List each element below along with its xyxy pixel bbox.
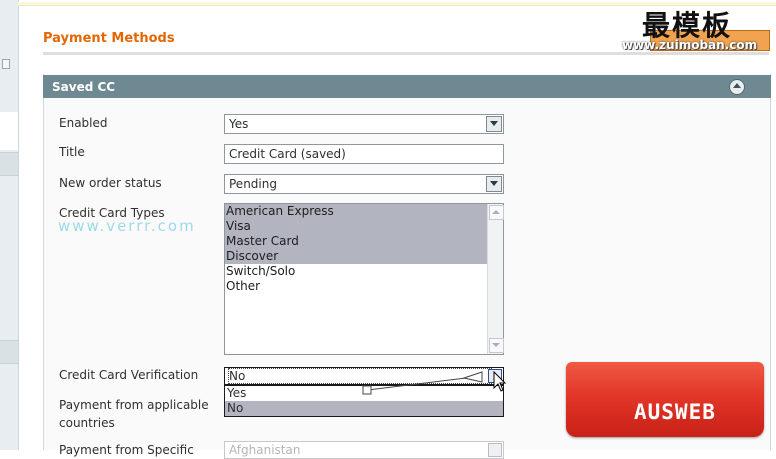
- enabled-value: Yes: [229, 117, 249, 131]
- cc-types-label: Credit Card Types: [59, 206, 165, 220]
- title-value: Credit Card (saved): [229, 147, 346, 161]
- cc-type-option[interactable]: Other: [225, 279, 488, 294]
- sidebar-white-block: [0, 112, 18, 150]
- collapse-icon[interactable]: [729, 79, 745, 95]
- scroll-up-icon[interactable]: [488, 443, 502, 457]
- watermark-logo: 最模板 www.zuimoban.com: [622, 4, 770, 56]
- scroll-down-icon[interactable]: [489, 338, 504, 353]
- sidebar-toggle[interactable]: [2, 59, 10, 69]
- left-sidebar-strip: [0, 0, 19, 450]
- cc-type-option[interactable]: Discover: [225, 249, 488, 264]
- chevron-down-icon[interactable]: [486, 176, 502, 192]
- order-status-label: New order status: [59, 176, 162, 190]
- cc-type-option[interactable]: Switch/Solo: [225, 264, 488, 279]
- title-input[interactable]: Credit Card (saved): [224, 144, 504, 164]
- sidebar-band: [0, 340, 18, 364]
- applicable-countries-label: Payment from applicable countries: [59, 398, 209, 430]
- panel-header[interactable]: Saved CC: [43, 75, 771, 98]
- specific-countries-select[interactable]: Afghanistan: [224, 441, 504, 459]
- panel-title: Saved CC: [52, 80, 116, 94]
- ausweb-logo: AUSWEB: [566, 362, 764, 437]
- specific-countries-label: Payment from Specific: [59, 443, 194, 457]
- logo-url: www.zuimoban.com: [622, 38, 758, 52]
- order-status-value: Pending: [229, 177, 277, 191]
- sidebar-band: [0, 152, 18, 176]
- order-status-select[interactable]: Pending: [224, 174, 504, 194]
- title-label: Title: [59, 145, 85, 159]
- annotation-arrow: [362, 370, 507, 395]
- ausweb-logo-text: AUSWEB: [634, 400, 716, 424]
- enabled-select[interactable]: Yes: [224, 114, 504, 134]
- cursor-icon: [493, 370, 507, 392]
- chevron-down-icon[interactable]: [486, 116, 502, 132]
- scrollbar[interactable]: [487, 204, 504, 354]
- cc-types-multiselect[interactable]: American Express Visa Master Card Discov…: [224, 203, 504, 355]
- scroll-up-icon[interactable]: [489, 205, 504, 220]
- cc-type-option[interactable]: Master Card: [225, 234, 488, 249]
- page-title: Payment Methods: [43, 31, 175, 46]
- specific-countries-value: Afghanistan: [229, 443, 301, 457]
- cc-type-option[interactable]: Visa: [225, 219, 488, 234]
- enabled-label: Enabled: [59, 116, 108, 130]
- cc-verification-label: Credit Card Verification: [59, 368, 199, 382]
- cc-type-option[interactable]: American Express: [225, 204, 488, 219]
